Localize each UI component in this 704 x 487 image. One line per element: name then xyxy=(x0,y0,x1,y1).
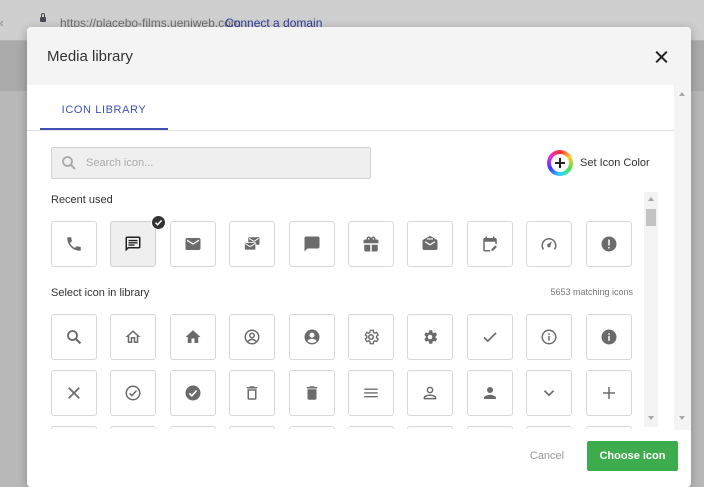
chat-bubble-icon xyxy=(304,236,320,252)
check-circle-outline-icon xyxy=(125,385,141,401)
icon-tile-chat-message[interactable] xyxy=(110,221,156,267)
list-scroll-down-icon[interactable] xyxy=(648,416,654,420)
icon-tile-partial[interactable] xyxy=(51,426,97,429)
list-scroll-thumb[interactable] xyxy=(646,209,656,226)
icon-tile-partial[interactable] xyxy=(170,426,216,429)
icon-tile-partial[interactable] xyxy=(348,426,394,429)
account-circle-outline-icon xyxy=(244,329,260,345)
icon-tile-calendar-edit[interactable] xyxy=(467,221,513,267)
icon-tile-exclamation[interactable] xyxy=(586,221,632,267)
icon-tile-home[interactable] xyxy=(170,314,216,360)
scroll-down-arrow-icon[interactable] xyxy=(679,416,685,420)
search-icon xyxy=(67,330,82,345)
icon-tile-email[interactable] xyxy=(170,221,216,267)
tab-bar: ICON LIBRARY xyxy=(27,85,674,131)
icon-tile-speed-meter[interactable] xyxy=(526,221,572,267)
dialog-scrollbar[interactable] xyxy=(674,85,691,430)
menu-icon xyxy=(364,388,378,398)
icon-tile-email-stack[interactable] xyxy=(229,221,275,267)
chevron-down-icon xyxy=(543,390,555,397)
icon-tile-settings[interactable] xyxy=(407,314,453,360)
icon-tile-info-outline[interactable] xyxy=(526,314,572,360)
icon-tile-partial[interactable] xyxy=(526,426,572,429)
recent-used-label: Recent used xyxy=(51,194,113,206)
search-box xyxy=(51,147,371,179)
account-circle-icon xyxy=(304,329,320,345)
email-icon xyxy=(185,238,201,250)
icon-tile-partial[interactable] xyxy=(289,426,335,429)
search-input[interactable] xyxy=(86,153,356,173)
info-outline-icon xyxy=(541,329,557,345)
choose-icon-button[interactable]: Choose icon xyxy=(587,441,678,471)
icon-tile-chat-bubble[interactable] xyxy=(289,221,335,267)
check-circle-icon xyxy=(185,385,201,401)
search-icon xyxy=(62,156,76,170)
plus-icon xyxy=(603,387,615,399)
matching-icons-count: 5653 matching icons xyxy=(550,287,633,297)
icon-tile-drafts-mail[interactable] xyxy=(407,221,453,267)
icon-tile-partial[interactable] xyxy=(586,426,632,429)
check-icon xyxy=(483,332,497,343)
speed-meter-icon xyxy=(541,238,557,250)
icon-tile-delete[interactable] xyxy=(289,370,335,416)
icon-tile-partial[interactable] xyxy=(467,426,513,429)
icon-tile-settings-outline[interactable] xyxy=(348,314,394,360)
select-library-label: Select icon in library xyxy=(51,287,150,299)
set-icon-color-button[interactable]: Set Icon Color xyxy=(547,149,655,177)
chat-message-icon xyxy=(125,236,141,252)
close-icon[interactable] xyxy=(651,46,673,68)
email-stack-icon xyxy=(244,237,260,251)
icon-tile-phone[interactable] xyxy=(51,221,97,267)
home-icon xyxy=(185,330,201,343)
icon-tile-partial[interactable] xyxy=(229,426,275,429)
calendar-edit-icon xyxy=(483,236,498,252)
icon-tile-chevron-down[interactable] xyxy=(526,370,572,416)
scroll-up-arrow-icon[interactable] xyxy=(679,92,685,96)
icon-tile-person-outline[interactable] xyxy=(407,370,453,416)
icon-tile-delete-outline[interactable] xyxy=(229,370,275,416)
icon-tile-partial[interactable] xyxy=(407,426,453,429)
icon-tile-info[interactable] xyxy=(586,314,632,360)
selected-check-icon xyxy=(151,215,166,230)
icon-tile-check[interactable] xyxy=(467,314,513,360)
icon-tile-check-circle[interactable] xyxy=(170,370,216,416)
icon-tile-person[interactable] xyxy=(467,370,513,416)
icon-tile-search[interactable] xyxy=(51,314,97,360)
back-arrow-icon[interactable]: « xyxy=(0,16,4,30)
settings-icon xyxy=(424,330,438,344)
phone-icon xyxy=(67,237,81,251)
home-outline-icon xyxy=(125,330,141,343)
media-library-dialog: Media library ICON LIBRARY Set Icon Colo… xyxy=(27,27,691,487)
icon-tile-account-circle-outline[interactable] xyxy=(229,314,275,360)
info-icon xyxy=(601,329,617,345)
icon-tile-gift[interactable] xyxy=(348,221,394,267)
delete-outline-icon xyxy=(246,386,258,400)
tab-icon-library[interactable]: ICON LIBRARY xyxy=(40,85,168,130)
person-outline-icon xyxy=(423,386,437,400)
icon-tile-plus[interactable] xyxy=(586,370,632,416)
color-wheel-icon xyxy=(547,150,573,176)
set-icon-color-label: Set Icon Color xyxy=(580,157,650,169)
dialog-title: Media library xyxy=(47,48,133,65)
icon-tile-partial[interactable] xyxy=(110,426,156,429)
drafts-mail-icon xyxy=(422,235,438,250)
icon-tile-check-circle-outline[interactable] xyxy=(110,370,156,416)
icon-list-scrollbar[interactable] xyxy=(644,192,658,427)
gift-icon xyxy=(363,236,379,252)
icon-tile-account-circle[interactable] xyxy=(289,314,335,360)
icon-tile-close[interactable] xyxy=(51,370,97,416)
icon-tile-home-outline[interactable] xyxy=(110,314,156,360)
icon-tile-menu[interactable] xyxy=(348,370,394,416)
close-icon xyxy=(68,387,80,399)
exclamation-icon xyxy=(601,236,617,252)
settings-outline-icon xyxy=(364,329,380,345)
dialog-header: Media library xyxy=(27,27,691,85)
list-scroll-up-icon[interactable] xyxy=(648,197,654,201)
person-icon xyxy=(484,387,496,399)
delete-icon xyxy=(306,386,318,400)
lock-icon xyxy=(40,13,46,22)
